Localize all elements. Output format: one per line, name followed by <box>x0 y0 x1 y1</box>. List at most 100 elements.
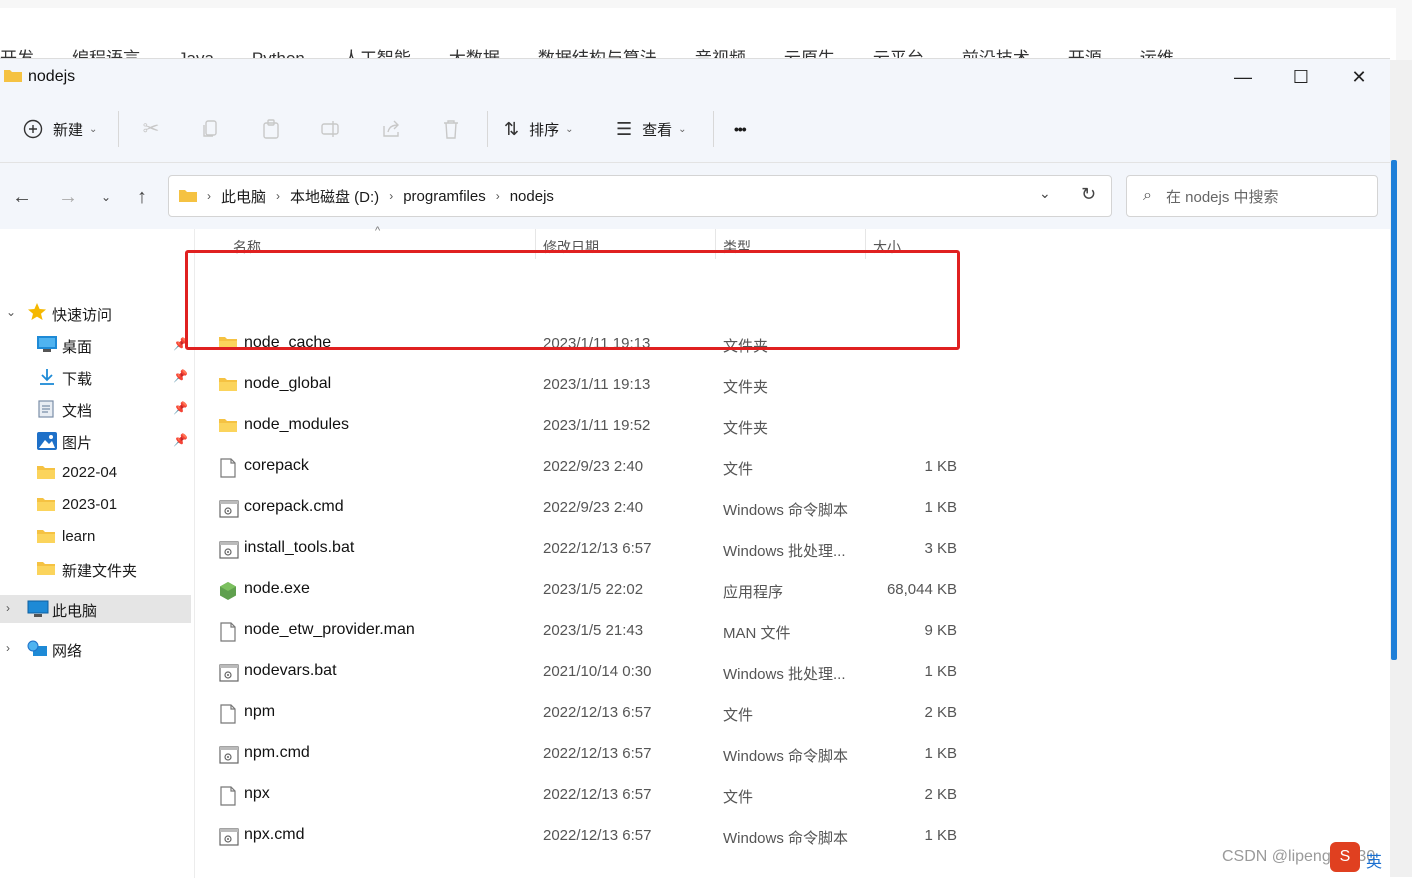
paste-button[interactable] <box>260 115 282 143</box>
forward-button[interactable]: → <box>54 183 82 211</box>
more-options-button[interactable]: ••• <box>734 115 747 143</box>
ime-language-indicator[interactable]: 英 <box>1366 848 1382 872</box>
background-scrollbar[interactable] <box>1391 160 1397 660</box>
up-button[interactable]: ↑ <box>128 183 156 211</box>
rename-button[interactable] <box>320 115 342 143</box>
file-row[interactable]: corepack 2022/9/23 2:40 文件 1 KB <box>195 447 975 488</box>
file-name: npx.cmd <box>244 826 305 843</box>
column-divider[interactable] <box>535 229 536 259</box>
file-type: Windows 命令脚本 <box>723 748 849 765</box>
column-divider[interactable] <box>715 229 716 259</box>
sidebar-item-label: 桌面 <box>62 339 93 356</box>
file-row[interactable]: npx 2022/12/13 6:57 文件 2 KB <box>195 775 975 816</box>
view-button[interactable]: ☰ 查看 ⌄ <box>616 115 687 143</box>
file-name: npm.cmd <box>244 744 310 761</box>
column-header-date[interactable]: 修改日期 <box>543 229 599 265</box>
pin-icon[interactable]: 📌 <box>173 337 188 351</box>
sidebar-item-label: 新建文件夹 <box>62 563 138 580</box>
file-row[interactable]: install_tools.bat 2022/12/13 6:57 Windows … <box>195 529 975 570</box>
document-icon <box>37 400 57 418</box>
sidebar-item[interactable]: 桌面 📌 <box>0 331 191 359</box>
file-row[interactable]: node_etw_provider.man 2023/1/5 21:43 MAN 文… <box>195 611 975 652</box>
breadcrumb-programfiles[interactable]: programfiles <box>403 188 486 205</box>
column-header-type[interactable]: 类型 <box>723 229 751 265</box>
file-date: 2022/12/13 6:57 <box>543 745 652 762</box>
breadcrumb-this-pc[interactable]: 此电脑 <box>221 186 266 207</box>
chevron-right-icon[interactable]: › <box>6 601 10 615</box>
column-header-name[interactable]: 名称 <box>233 229 261 265</box>
ime-logo[interactable]: S <box>1330 842 1360 872</box>
file-type: 文件夹 <box>723 420 769 437</box>
file-size: 2 KB <box>924 786 957 803</box>
chevron-down-icon: ⌄ <box>678 123 687 135</box>
file-size: 1 KB <box>924 745 957 762</box>
column-divider[interactable] <box>865 229 866 259</box>
file-row[interactable]: node_cache 2023/1/11 19:13 文件夹 <box>195 324 975 365</box>
maximize-button[interactable]: ☐ <box>1272 59 1330 95</box>
column-header-size[interactable]: 大小 <box>873 229 901 265</box>
pin-icon[interactable]: 📌 <box>173 369 188 383</box>
new-button[interactable]: 新建 ⌄ <box>22 115 97 143</box>
computer-icon <box>27 600 49 618</box>
file-explorer-window: nodejs — ☐ ✕ 新建 ⌄ ✂ ⇅ 排序 ⌄ ☰ 查看 ⌄ ••• ← … <box>0 58 1390 878</box>
file-row[interactable]: node_global 2023/1/11 19:13 文件夹 <box>195 365 975 406</box>
close-button[interactable]: ✕ <box>1330 59 1388 95</box>
sidebar-item[interactable]: 文档 📌 <box>0 395 191 423</box>
file-date: 2022/9/23 2:40 <box>543 458 644 475</box>
file-row[interactable]: node_modules 2023/1/11 19:52 文件夹 <box>195 406 975 447</box>
sidebar-item-quick-access[interactable]: ⌄ 快速访问 <box>0 299 191 327</box>
address-bar[interactable]: › 此电脑 › 本地磁盘 (D:) › programfiles › nodej… <box>168 175 1112 217</box>
sidebar-item[interactable]: 2022-04 <box>0 459 191 487</box>
search-input[interactable]: ⌕ 在 nodejs 中搜索 <box>1126 175 1378 217</box>
minimize-button[interactable]: — <box>1214 59 1272 95</box>
window-title: nodejs <box>28 68 76 85</box>
file-row[interactable]: npx.cmd 2022/12/13 6:57 Windows 命令脚本 1 KB <box>195 816 975 857</box>
toolbar-divider <box>118 111 119 147</box>
sidebar-item[interactable]: 新建文件夹 <box>0 555 191 583</box>
search-placeholder: 在 nodejs 中搜索 <box>1165 188 1279 206</box>
recent-locations-button[interactable]: ⌄ <box>92 183 120 211</box>
breadcrumb-chevron-icon: › <box>276 189 281 203</box>
folder-icon <box>4 70 22 82</box>
sidebar-item[interactable]: 图片 📌 <box>0 427 191 455</box>
file-row[interactable]: npm 2022/12/13 6:57 文件 2 KB <box>195 693 975 734</box>
file-name: node_etw_provider.man <box>244 621 415 638</box>
file-type: Windows 命令脚本 <box>723 830 849 847</box>
breadcrumb-nodejs[interactable]: nodejs <box>510 188 554 205</box>
address-dropdown-icon[interactable]: ⌄ <box>1039 185 1051 202</box>
file-name: node_cache <box>244 334 332 351</box>
file-size: 2 KB <box>924 704 957 721</box>
copy-button[interactable] <box>200 115 222 143</box>
file-list: 名称 ^ 修改日期 类型 大小 node_cache 2023/1/11 19:1… <box>195 225 1390 878</box>
delete-button[interactable] <box>440 115 462 143</box>
pin-icon[interactable]: 📌 <box>173 401 188 415</box>
share-button[interactable] <box>380 115 402 143</box>
cut-button[interactable]: ✂ <box>140 115 162 143</box>
file-name: install_tools.bat <box>244 539 355 556</box>
file-row[interactable]: nodevars.bat 2021/10/14 0:30 Windows 批处理..… <box>195 652 975 693</box>
sidebar-item[interactable]: 2023-01 <box>0 491 191 519</box>
file-name: npm <box>244 703 276 720</box>
sidebar-item[interactable]: 下载 📌 <box>0 363 191 391</box>
file-row[interactable]: npm.cmd 2022/12/13 6:57 Windows 命令脚本 1 KB <box>195 734 975 775</box>
sidebar-item-network[interactable]: › 网络 <box>0 635 191 663</box>
sort-button[interactable]: ⇅ 排序 ⌄ <box>504 115 574 143</box>
file-row[interactable]: corepack.cmd 2022/9/23 2:40 Windows 命令脚本 1 … <box>195 488 975 529</box>
sidebar-item[interactable]: learn <box>0 523 191 551</box>
breadcrumb-drive-d[interactable]: 本地磁盘 (D:) <box>290 186 379 207</box>
breadcrumb-chevron-icon: › <box>207 189 211 203</box>
chevron-down-icon[interactable]: ⌄ <box>6 305 16 319</box>
script-icon <box>219 745 239 764</box>
sidebar-item-label: 快速访问 <box>52 307 113 324</box>
file-icon <box>219 704 237 724</box>
sidebar-item-this-pc[interactable]: › 此电脑 <box>0 595 191 623</box>
star-icon <box>27 302 47 322</box>
back-button[interactable]: ← <box>8 183 36 211</box>
sidebar-item-label: 下载 <box>62 371 93 388</box>
chevron-right-icon[interactable]: › <box>6 641 10 655</box>
folder-icon <box>37 528 57 546</box>
file-row[interactable]: node.exe 2023/1/5 22:02 应用程序 68,044 KB <box>195 570 975 611</box>
pin-icon[interactable]: 📌 <box>173 433 188 447</box>
script-icon <box>219 499 239 518</box>
refresh-icon[interactable]: ↻ <box>1081 184 1096 205</box>
